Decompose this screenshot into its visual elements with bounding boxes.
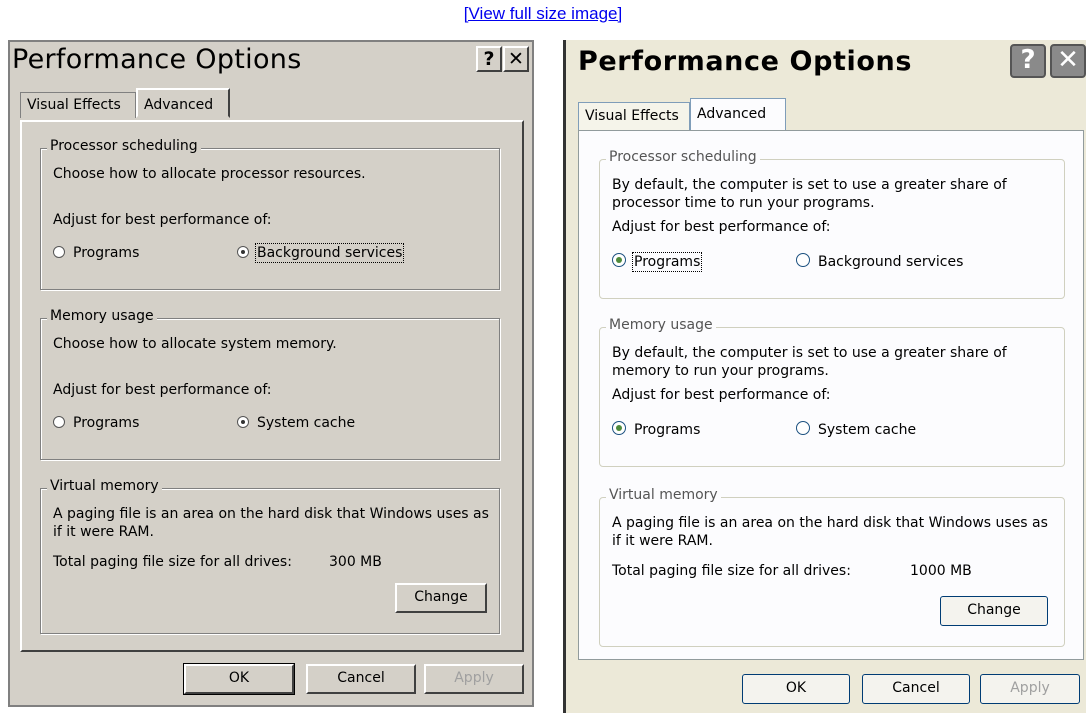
- view-full-size-caption: [View full size image]: [0, 4, 1086, 24]
- radio-label: Programs: [631, 252, 703, 272]
- help-button[interactable]: ?: [1010, 44, 1046, 78]
- radio-label: Background services: [254, 243, 405, 263]
- group-legend: Memory usage: [606, 317, 716, 333]
- total-paging-value: 1000 MB: [910, 563, 972, 579]
- memory-description: By default, the computer is set to use a…: [612, 345, 1007, 379]
- cancel-button[interactable]: Cancel: [862, 674, 970, 704]
- ok-button[interactable]: OK: [742, 674, 850, 704]
- title-bar: Performance Options ? ✕: [566, 40, 1086, 80]
- group-legend: Processor scheduling: [47, 138, 201, 154]
- performance-options-dialog-xp: Performance Options ? ✕ Visual Effects A…: [563, 40, 1086, 713]
- tab-visual-effects[interactable]: Visual Effects: [20, 92, 136, 118]
- processor-programs-radio[interactable]: Programs: [53, 243, 139, 263]
- virtual-memory-description: A paging file is an area on the hard dis…: [612, 515, 1048, 549]
- apply-button[interactable]: Apply: [980, 674, 1080, 704]
- adjust-label: Adjust for best performance of:: [612, 387, 831, 403]
- dialog-title: Performance Options: [578, 46, 913, 77]
- processor-scheduling-group: Processor scheduling By default, the com…: [599, 149, 1065, 299]
- processor-description: By default, the computer is set to use a…: [612, 177, 1007, 211]
- close-button[interactable]: ✕: [503, 46, 529, 72]
- total-paging-label: Total paging file size for all drives:: [53, 554, 292, 570]
- radio-indicator-selected: [237, 416, 249, 428]
- adjust-label: Adjust for best performance of:: [612, 219, 831, 235]
- title-bar: Performance Options ? ✕: [10, 42, 532, 82]
- adjust-label: Adjust for best performance of:: [53, 212, 272, 228]
- radio-label: Programs: [73, 245, 140, 261]
- memory-description: Choose how to allocate system memory.: [53, 336, 337, 352]
- processor-programs-radio[interactable]: Programs: [612, 252, 703, 272]
- cancel-button[interactable]: Cancel: [306, 664, 416, 694]
- memory-programs-radio[interactable]: Programs: [612, 420, 700, 440]
- memory-system-cache-radio[interactable]: System cache: [796, 420, 916, 440]
- processor-background-services-radio[interactable]: Background services: [796, 252, 963, 272]
- memory-system-cache-radio[interactable]: System cache: [237, 413, 355, 433]
- radio-label: Programs: [634, 422, 701, 438]
- virtual-memory-group: Virtual memory A paging file is an area …: [599, 487, 1065, 647]
- total-paging-value: 300 MB: [329, 554, 382, 570]
- group-legend: Virtual memory: [606, 487, 721, 503]
- radio-indicator: [796, 421, 810, 435]
- radio-indicator: [53, 246, 65, 258]
- virtual-memory-group: Virtual memory A paging file is an area …: [40, 478, 500, 634]
- memory-usage-group: Memory usage By default, the computer is…: [599, 317, 1065, 467]
- advanced-tab-panel: Processor scheduling By default, the com…: [578, 130, 1084, 660]
- virtual-memory-description: A paging file is an area on the hard dis…: [53, 506, 489, 540]
- radio-label: System cache: [818, 422, 917, 438]
- close-button[interactable]: ✕: [1050, 44, 1086, 78]
- total-paging-label: Total paging file size for all drives:: [612, 563, 851, 579]
- performance-options-dialog-classic: Performance Options ? ✕ Visual Effects A…: [8, 40, 534, 707]
- radio-indicator: [53, 416, 65, 428]
- tab-visual-effects[interactable]: Visual Effects: [578, 102, 690, 130]
- group-legend: Memory usage: [47, 308, 157, 324]
- ok-button[interactable]: OK: [183, 663, 295, 695]
- adjust-label: Adjust for best performance of:: [53, 382, 272, 398]
- change-button[interactable]: Change: [395, 583, 487, 613]
- group-legend: Virtual memory: [47, 478, 162, 494]
- apply-button[interactable]: Apply: [424, 664, 524, 694]
- change-button[interactable]: Change: [940, 596, 1048, 626]
- group-legend: Processor scheduling: [606, 149, 760, 165]
- radio-indicator: [796, 253, 810, 267]
- processor-background-services-radio[interactable]: Background services: [237, 243, 405, 263]
- memory-usage-group: Memory usage Choose how to allocate syst…: [40, 308, 500, 460]
- radio-label: Background services: [818, 254, 964, 270]
- radio-indicator-selected: [237, 246, 249, 258]
- radio-label: Programs: [73, 415, 140, 431]
- help-button[interactable]: ?: [476, 46, 502, 72]
- dialog-title: Performance Options: [12, 44, 302, 75]
- processor-scheduling-group: Processor scheduling Choose how to alloc…: [40, 138, 500, 290]
- advanced-tab-panel: Processor scheduling Choose how to alloc…: [20, 120, 524, 652]
- radio-label: System cache: [257, 415, 356, 431]
- processor-description: Choose how to allocate processor resourc…: [53, 166, 366, 182]
- radio-indicator-selected: [612, 421, 626, 435]
- tab-advanced[interactable]: Advanced: [690, 98, 786, 130]
- radio-indicator-selected: [612, 253, 626, 267]
- memory-programs-radio[interactable]: Programs: [53, 413, 139, 433]
- view-full-size-link[interactable]: [View full size image]: [464, 4, 622, 23]
- tab-advanced[interactable]: Advanced: [136, 88, 230, 118]
